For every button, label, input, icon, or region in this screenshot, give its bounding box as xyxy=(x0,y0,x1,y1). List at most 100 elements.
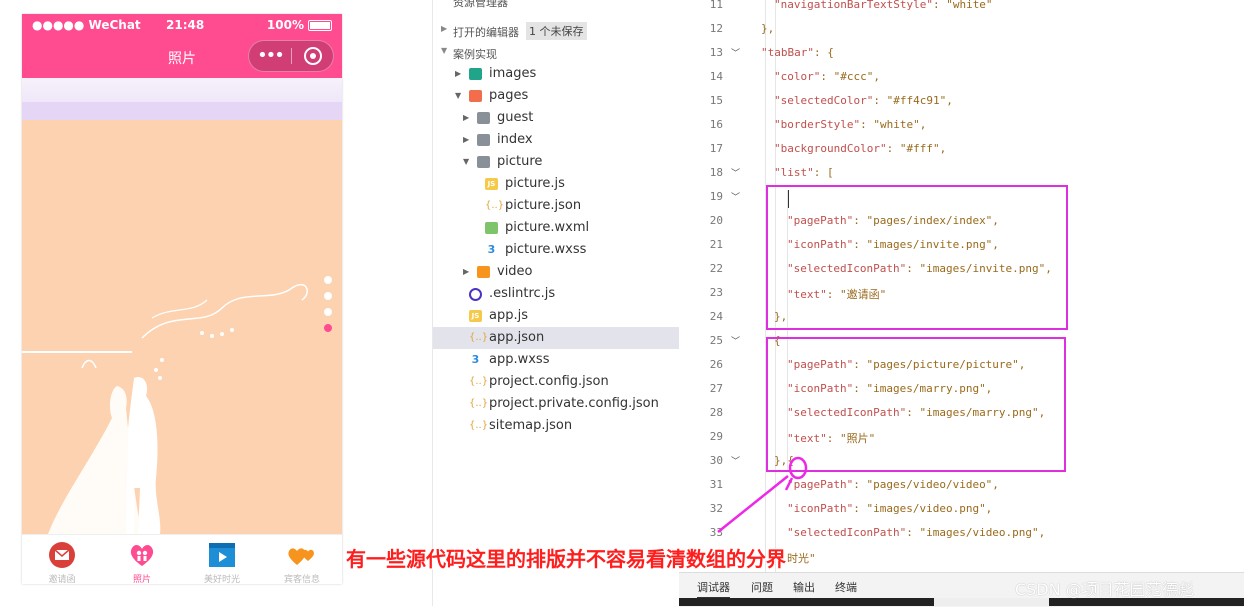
file-tree-item[interactable]: {..} project.private.config.json xyxy=(433,393,679,415)
json-value: : "#ff4c91", xyxy=(873,94,953,107)
file-tree-item[interactable]: {..} sitemap.json xyxy=(433,415,679,437)
fold-chevron-icon[interactable]: ﹀ xyxy=(731,46,740,59)
file-name: .eslintrc.js xyxy=(489,286,556,301)
json-value: : { xyxy=(813,46,834,59)
open-editors-label: 打开的编辑器 xyxy=(453,26,519,39)
chevron-right-icon: ▶ xyxy=(441,24,448,33)
fold-chevron-icon[interactable]: ﹀ xyxy=(731,334,740,347)
capsule-menu[interactable]: ••• xyxy=(248,40,334,72)
file-name: guest xyxy=(497,110,534,125)
folder-file-icon xyxy=(477,134,490,146)
file-tree-item[interactable]: {..} picture.json xyxy=(433,195,679,217)
swiper-dot[interactable] xyxy=(324,292,332,300)
tab-guest-info[interactable]: 宾客信息 xyxy=(262,535,342,584)
open-editors-section[interactable]: ▶ 打开的编辑器 1 个未保存 xyxy=(433,20,679,40)
line-number: 12 xyxy=(709,22,723,35)
file-tree-item[interactable]: 3 picture.wxss xyxy=(433,239,679,261)
json-key: "list" xyxy=(774,166,814,179)
chevron-down-icon[interactable]: ▼ xyxy=(455,85,461,107)
hearts-icon xyxy=(288,548,314,565)
code-line[interactable]: "list": [ xyxy=(774,166,834,179)
navigation-bar: 照片 ••• xyxy=(22,36,342,78)
file-tree-item[interactable]: 3 app.wxss xyxy=(433,349,679,371)
annotation-arrow xyxy=(717,456,808,533)
tab-label: 邀请函 xyxy=(48,575,76,584)
chevron-right-icon[interactable]: ▶ xyxy=(455,63,461,85)
panel-tab[interactable]: 调试器 xyxy=(697,579,730,599)
json-key: "navigationBarTextStyle" xyxy=(774,0,933,11)
code-line[interactable]: }, xyxy=(761,22,774,35)
json-file-icon: {..} xyxy=(469,376,489,387)
swiper-dot[interactable] xyxy=(324,324,332,332)
chevron-right-icon[interactable]: ▶ xyxy=(463,107,469,129)
code-line[interactable]: "selectedColor": "#ff4c91", xyxy=(774,94,953,107)
code-line[interactable]: "selectedIconPath": "images/video.png", xyxy=(787,526,1045,539)
line-number: 18 xyxy=(709,166,723,179)
tab-label: 宾客信息 xyxy=(283,575,320,584)
video-play-icon xyxy=(209,543,235,567)
eslint-file-icon xyxy=(469,288,482,301)
explorer-title: 资源管理器 xyxy=(453,0,508,9)
chevron-right-icon[interactable]: ▶ xyxy=(463,261,469,283)
line-number: 23 xyxy=(709,286,723,299)
tab-good-times[interactable]: 美好时光 xyxy=(182,535,262,584)
file-name: picture.js xyxy=(505,176,565,191)
line-number: 21 xyxy=(709,238,723,251)
file-tree-item[interactable]: .eslintrc.js xyxy=(433,283,679,305)
target-icon xyxy=(303,47,322,65)
line-number: 29 xyxy=(709,430,723,443)
project-section[interactable]: ▼ 案例实现 xyxy=(433,42,679,62)
chevron-right-icon[interactable]: ▶ xyxy=(463,129,469,151)
code-line[interactable]: "tabBar": { xyxy=(761,46,834,59)
swiper-dot[interactable] xyxy=(324,308,332,316)
file-tree-item[interactable]: {..} project.config.json xyxy=(433,371,679,393)
json-value: 时光" xyxy=(787,552,816,565)
file-name: project.private.config.json xyxy=(489,396,659,411)
battery-icon xyxy=(308,19,332,31)
battery-percent: 100% xyxy=(266,18,304,32)
tab-bar: 邀请函 照片 美好时光 宾客信息 xyxy=(22,534,342,584)
code-line[interactable]: "color": "#ccc", xyxy=(774,70,880,83)
json-value: : "white", xyxy=(860,118,927,131)
code-line[interactable]: "navigationBarTextStyle": "white" xyxy=(774,0,993,11)
file-name: pages xyxy=(489,88,529,103)
more-icon[interactable]: ••• xyxy=(249,42,291,70)
file-tree-item[interactable]: JS picture.js xyxy=(433,173,679,195)
file-tree-item[interactable]: {..} app.json xyxy=(433,327,679,349)
fold-chevron-icon[interactable]: ﹀ xyxy=(731,190,740,203)
chevron-down-icon[interactable]: ▼ xyxy=(463,151,469,173)
photo-swiper[interactable] xyxy=(22,78,342,534)
file-name: picture.json xyxy=(505,198,582,213)
json-value: : [ xyxy=(813,166,834,179)
file-tree-item[interactable]: ▼ pages xyxy=(433,85,679,107)
signal-indicator: ●●●●● WeChat xyxy=(32,18,141,32)
file-tree-item[interactable]: ▼ picture xyxy=(433,151,679,173)
file-tree-item[interactable]: picture.wxml xyxy=(433,217,679,239)
file-tree-item[interactable]: ▶ images xyxy=(433,63,679,85)
line-number: 27 xyxy=(709,382,723,395)
js-file-icon: JS xyxy=(469,310,482,322)
tab-photos[interactable]: 照片 xyxy=(102,535,182,584)
swiper-dot[interactable] xyxy=(324,276,332,284)
json-file-icon: {..} xyxy=(469,420,489,431)
code-line[interactable]: "backgroundColor": "#fff", xyxy=(774,142,946,155)
panel-tab[interactable]: 终端 xyxy=(835,579,857,595)
close-miniprogram-button[interactable] xyxy=(292,47,333,65)
panel-tab[interactable]: 问题 xyxy=(751,579,773,595)
file-tree-item[interactable]: JS app.js xyxy=(433,305,679,327)
tab-invitation[interactable]: 邀请函 xyxy=(22,535,102,584)
highlight-box-1 xyxy=(766,185,1068,330)
json-value: : "pages/video/video", xyxy=(853,478,999,491)
code-line[interactable]: 时光" xyxy=(787,550,816,566)
battery-indicator: 100% xyxy=(267,18,332,32)
fold-chevron-icon[interactable]: ﹀ xyxy=(731,166,740,179)
panel-tab[interactable]: 输出 xyxy=(793,579,815,595)
file-name: project.config.json xyxy=(489,374,609,389)
file-name: index xyxy=(497,132,533,147)
line-number: 16 xyxy=(709,118,723,131)
json-key: "backgroundColor" xyxy=(774,142,887,155)
file-tree-item[interactable]: ▶ guest xyxy=(433,107,679,129)
code-line[interactable]: "borderStyle": "white", xyxy=(774,118,926,131)
file-tree-item[interactable]: ▶ video xyxy=(433,261,679,283)
file-tree-item[interactable]: ▶ index xyxy=(433,129,679,151)
